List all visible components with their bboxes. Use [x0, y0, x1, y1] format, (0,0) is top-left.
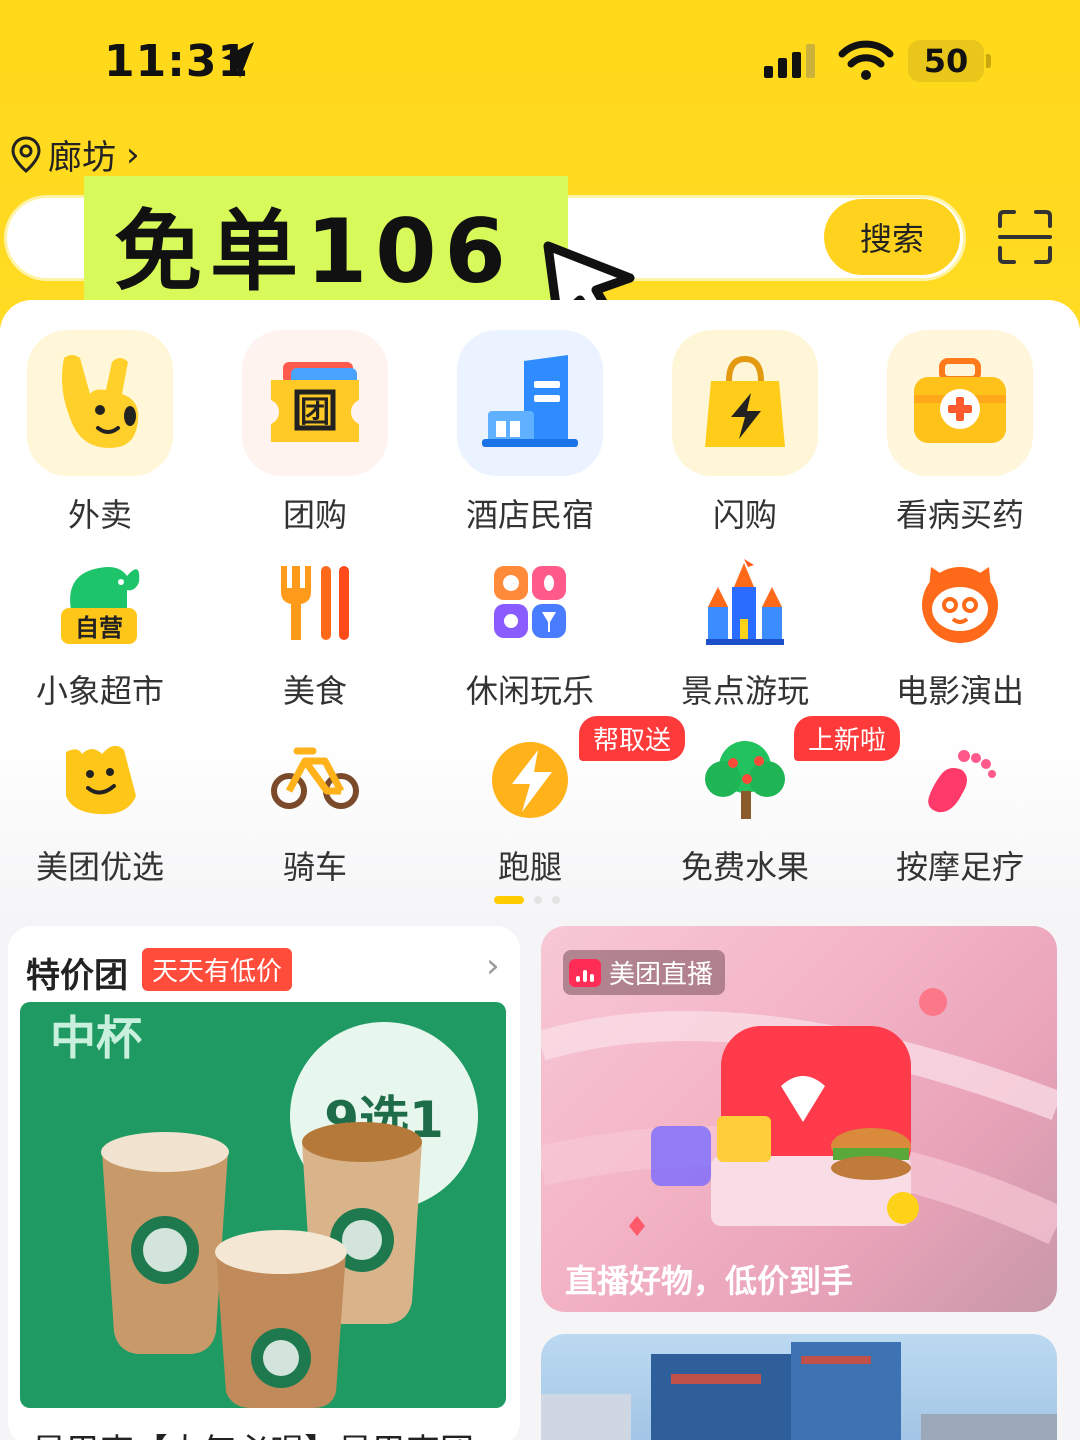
page-indicator — [494, 896, 560, 904]
self-operated-tag: 自营 — [75, 614, 123, 642]
fork-knife-icon — [260, 552, 370, 652]
medicine-kit-icon — [887, 330, 1033, 476]
grid-label: 景点游玩 — [680, 672, 809, 710]
grid-label: 团购 — [282, 496, 347, 534]
smiley-bag-icon — [45, 728, 155, 828]
cellular-signal-icon — [764, 44, 815, 78]
chevron-right-icon[interactable]: › — [486, 946, 500, 986]
waimai-rabbit-icon — [27, 330, 173, 476]
tuangou-ticket-icon: 团 — [242, 330, 388, 476]
grid-item-medicine[interactable]: 看病买药 — [860, 330, 1060, 536]
deal-description: 星巴克【大气必喝】星巴克团 — [32, 1424, 474, 1440]
grid-label: 休闲玩乐 — [465, 672, 594, 710]
grid-item-paotui[interactable]: 帮取送 跑腿 — [430, 716, 686, 888]
cat-icon — [905, 552, 1015, 652]
card-title: 特价团 — [26, 956, 128, 996]
promo-text: 免单106 — [114, 199, 514, 303]
grid-label: 闪购 — [712, 496, 777, 534]
hotel-building-icon — [457, 330, 603, 476]
building-illustration — [541, 1342, 1057, 1440]
product-image[interactable]: 中杯 9选1 — [20, 1002, 506, 1408]
page-dot — [552, 896, 560, 904]
grid-label: 按摩足疗 — [895, 848, 1024, 886]
grid-label: 跑腿 — [497, 848, 562, 886]
grid-item-shangou[interactable]: 闪购 — [645, 330, 845, 536]
grid-item-tuangou[interactable]: 团 团购 — [215, 330, 415, 536]
battery-tip — [986, 54, 991, 68]
grid-item-meishi[interactable]: 美食 — [215, 552, 415, 712]
grid-item-youxuan[interactable]: 美团优选 — [0, 728, 200, 888]
search-button[interactable]: 搜索 — [824, 199, 960, 275]
location-label: 廊坊 — [48, 138, 116, 178]
grid-label: 外卖 — [67, 496, 132, 534]
grid-item-leisure[interactable]: 休闲玩乐 — [430, 552, 630, 712]
bicycle-icon — [260, 728, 370, 828]
grid-label: 骑车 — [282, 848, 347, 886]
wifi-icon — [838, 40, 894, 80]
promo-banner: 免单106 — [84, 176, 568, 312]
fruit-tree-icon: 上新啦 — [690, 716, 901, 828]
battery-indicator: 50 — [908, 40, 984, 82]
grid-item-hotel[interactable]: 酒店民宿 — [430, 330, 630, 536]
grid-label: 看病买药 — [895, 496, 1024, 534]
page-dot-active — [494, 896, 524, 904]
live-stream-card[interactable]: 美团直播 直播好物，低价到手 — [541, 926, 1057, 1312]
scan-icon[interactable] — [996, 208, 1054, 266]
location-arrow-icon — [222, 42, 254, 78]
grid-item-xiaoxiang[interactable]: 自营 小象超市 — [0, 552, 200, 712]
live-bars-icon — [569, 958, 601, 987]
footprint-icon — [905, 728, 1015, 828]
castle-icon — [690, 552, 800, 652]
hotel-card[interactable] — [541, 1334, 1057, 1440]
grid-item-bike[interactable]: 骑车 — [215, 728, 415, 888]
grid-label: 美团优选 — [35, 848, 164, 886]
grid-label: 免费水果 — [680, 848, 809, 886]
grid-item-massage[interactable]: 按摩足疗 — [860, 728, 1060, 888]
coffee-cups-illustration — [101, 1122, 422, 1408]
grid-label: 电影演出 — [895, 672, 1024, 710]
grid-item-scenic[interactable]: 景点游玩 — [645, 552, 845, 712]
grid-item-fruit[interactable]: 上新啦 免费水果 — [645, 716, 901, 888]
flash-bag-icon — [672, 330, 818, 476]
grid-item-waimai[interactable]: 外卖 — [0, 330, 200, 536]
live-badge: 美团直播 — [563, 950, 726, 995]
low-price-badge: 天天有低价 — [142, 948, 293, 991]
grid-item-movie[interactable]: 电影演出 — [860, 552, 1060, 712]
grid-label: 美食 — [282, 672, 347, 710]
leisure-icon — [475, 552, 585, 652]
deal-group-card[interactable]: 特价团 天天有低价 › 中杯 9选1 星巴克【大气必喝】星巴克团 — [8, 926, 520, 1440]
chevron-right-icon: › — [126, 134, 140, 175]
location-selector[interactable]: 廊坊 › — [10, 130, 140, 179]
location-pin-icon — [11, 135, 41, 173]
runner-icon: 帮取送 — [475, 716, 686, 828]
grid-label: 酒店民宿 — [465, 496, 594, 534]
live-description: 直播好物，低价到手 — [565, 1262, 854, 1300]
live-badge-label: 美团直播 — [609, 960, 714, 990]
page-dot — [534, 896, 542, 904]
svg-text:团: 团 — [300, 395, 330, 430]
elephant-icon: 自营 — [45, 552, 155, 652]
grid-label: 小象超市 — [35, 672, 164, 710]
